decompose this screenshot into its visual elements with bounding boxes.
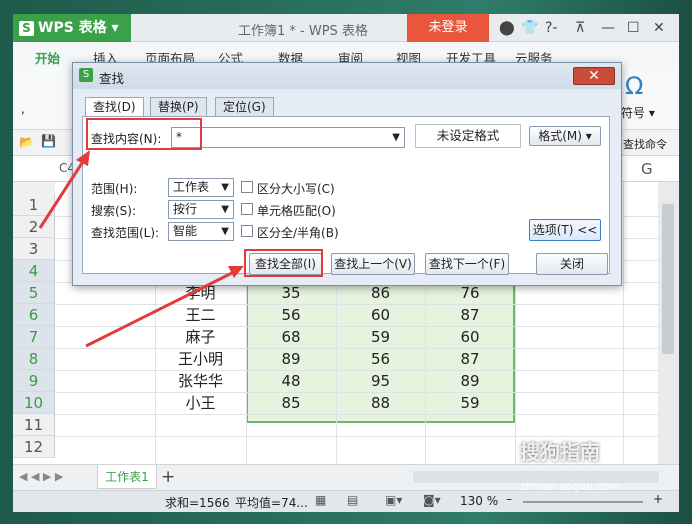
arrow-line [85,270,235,348]
annotation-arrows [38,150,244,348]
arrow-line [38,159,86,229]
arrow-head [228,266,244,278]
